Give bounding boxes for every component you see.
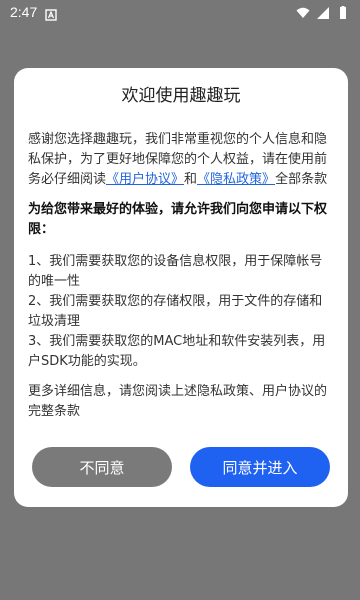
status-left: 2:47 <box>10 4 57 21</box>
wifi-icon <box>296 5 310 19</box>
permission-list: 1、我们需要获取您的设备信息权限，用于保障帐号的唯一性 2、我们需要获取您的存储… <box>28 252 334 372</box>
battery-icon <box>336 5 350 19</box>
status-right <box>296 5 350 19</box>
user-agreement-link[interactable]: 《用户协议》 <box>106 172 184 187</box>
permission-item: 1、我们需要获取您的设备信息权限，用于保障帐号的唯一性 <box>28 254 323 289</box>
dialog-buttons: 不同意 同意并进入 <box>32 447 330 487</box>
privacy-dialog: 欢迎使用趣趣玩 感谢您选择趣趣玩，我们非常重视您的个人信息和隐私保护，为了更好地… <box>14 68 348 507</box>
status-time: 2:47 <box>10 4 38 20</box>
dialog-title: 欢迎使用趣趣玩 <box>121 86 241 106</box>
notification-a-icon <box>45 6 57 21</box>
signal-icon <box>316 5 330 19</box>
intro-paragraph: 感谢您选择趣趣玩，我们非常重视您的个人信息和隐私保护，为了更好地保障您的个人权益… <box>28 130 334 190</box>
intro-tail-text: 全部条款 <box>275 172 328 187</box>
permission-item: 2、我们需要获取您的存储权限，用于文件的存储和垃圾清理 <box>28 294 323 329</box>
more-info-text: 更多详细信息，请您阅读上述隐私政策、用户协议的完整条款 <box>28 384 328 419</box>
status-bar: 2:47 <box>0 0 360 24</box>
permission-item: 3、我们需要获取您的MAC地址和软件安装列表，用户SDK功能的实现。 <box>28 334 326 369</box>
privacy-policy-link[interactable]: 《隐私政策》 <box>197 172 275 187</box>
accept-button[interactable]: 同意并进入 <box>190 447 330 487</box>
and-text: 和 <box>184 172 198 187</box>
decline-button[interactable]: 不同意 <box>32 447 172 487</box>
permission-intro: 为给您带来最好的体验，请允许我们向您申请以下权限： <box>28 202 328 237</box>
